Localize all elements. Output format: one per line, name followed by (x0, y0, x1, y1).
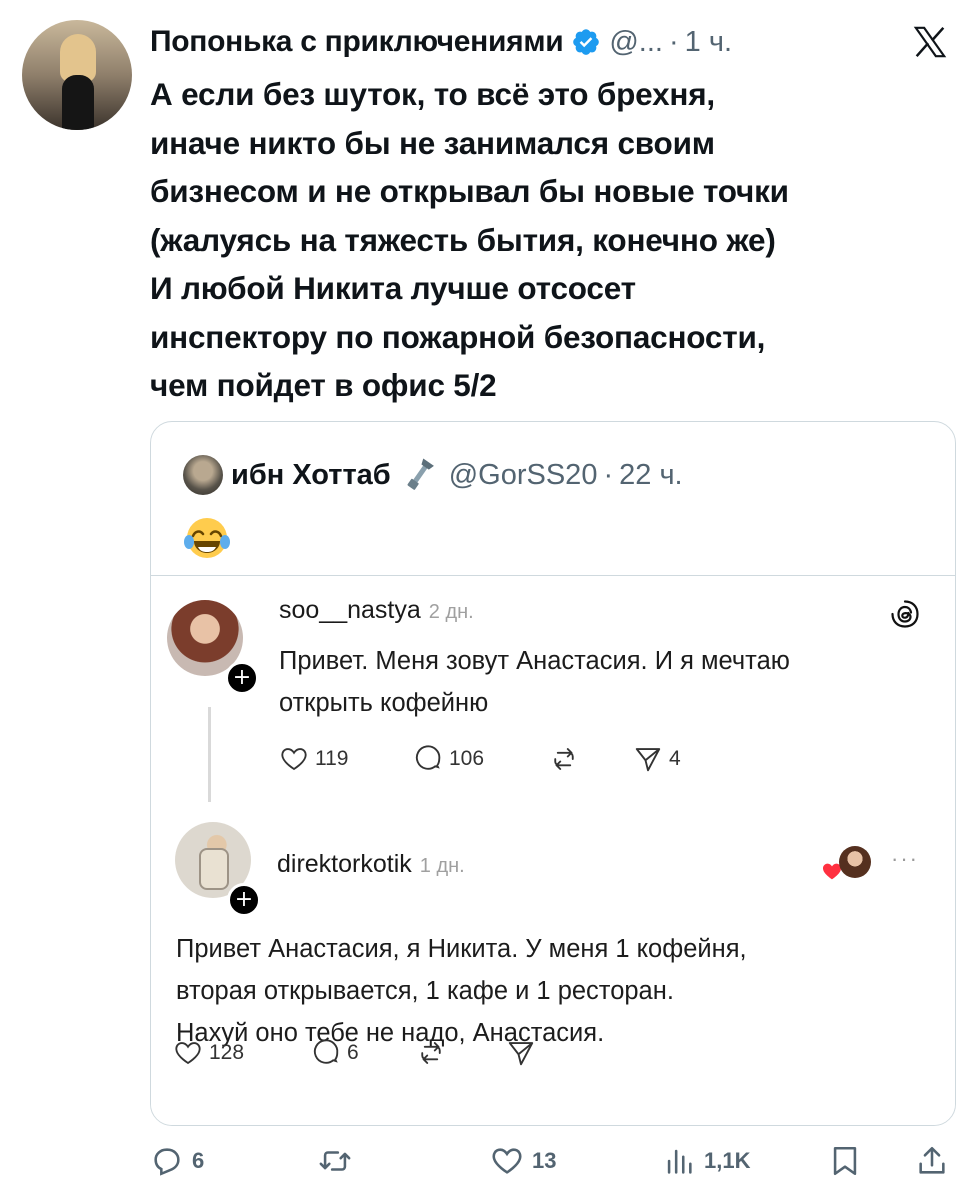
heart-icon (281, 748, 307, 771)
threads-username-2-text: direktorkotik (277, 850, 412, 878)
share-button[interactable] (915, 1144, 957, 1178)
threads-send-count-1: 4 (669, 747, 681, 770)
reply-icon (154, 1148, 180, 1176)
views-icon (667, 1149, 692, 1174)
threads-comment-1: 106 (413, 744, 484, 774)
threads-screenshot[interactable]: + soo__nastya 2 дн. Привет. Меня зовут Ан… (151, 575, 955, 1125)
threads-like-1: 119 (279, 744, 348, 774)
repost-icon (421, 1042, 441, 1064)
author-avatar[interactable] (22, 20, 132, 130)
reply-count: 6 (192, 1148, 205, 1173)
retweet-icon (319, 1151, 351, 1171)
threads-repost-2 (416, 1038, 452, 1068)
views-button[interactable]: 1,1K (662, 1144, 750, 1178)
tweet-text: А если без шуток, то всё это брехня, ина… (150, 76, 789, 403)
quoted-tweet-header: ибн Хоттаб @GorSS20 · 22 ч. (183, 455, 683, 495)
threads-comment-count-1: 106 (449, 747, 485, 770)
threads-send-2 (506, 1038, 542, 1068)
threads-like-count-2: 128 (209, 1041, 245, 1064)
send-icon (635, 748, 661, 772)
threads-username-2: direktorkotik 1 дн. (277, 850, 465, 879)
threads-like-count-1: 119 (315, 747, 349, 770)
threads-send-1: 4 (633, 744, 681, 774)
comment-icon (313, 1039, 339, 1064)
threads-comment-2: 6 (311, 1038, 359, 1068)
heart-icon (492, 1148, 522, 1174)
send-icon (508, 1042, 534, 1066)
heart-icon (175, 1042, 201, 1065)
views-count: 1,1K (704, 1148, 751, 1173)
repost-icon (554, 748, 574, 770)
wrench-icon (407, 458, 434, 490)
quoted-separator-dot: · (603, 458, 614, 491)
quoted-author-avatar (183, 455, 223, 495)
x-logo-icon (913, 26, 947, 58)
like-count: 13 (532, 1148, 557, 1173)
separator-dot: · (668, 25, 679, 58)
verified-icon (573, 29, 600, 55)
quoted-tweet[interactable]: ибн Хоттаб @GorSS20 · 22 ч. + soo__nasty… (150, 421, 956, 1126)
more-options-icon: ··· (891, 846, 919, 871)
liked-by-author-indicator (821, 846, 877, 882)
threads-like-2: 128 (173, 1038, 244, 1068)
author-name[interactable]: Попонька с приключениями (150, 25, 564, 59)
threads-ago-2: 1 дн. (419, 855, 465, 877)
bookmark-button[interactable] (828, 1144, 870, 1178)
follow-plus-icon: + (227, 883, 261, 917)
threads-repost-1 (549, 744, 585, 774)
tweet-actions: 6 13 1,1K (0, 1138, 975, 1198)
retweet-button[interactable] (318, 1144, 360, 1178)
share-icon (919, 1146, 945, 1174)
threads-username-1: soo__nastya 2 дн. (279, 596, 474, 625)
threads-ago-1: 2 дн. (428, 601, 474, 623)
quoted-time: 22 ч. (619, 458, 683, 491)
like-button[interactable]: 13 (490, 1144, 556, 1178)
threads-comment-count-2: 6 (347, 1041, 359, 1064)
threads-post-text-1: Привет. Меня зовут Анастасия. И я мечтаю… (279, 647, 790, 717)
threads-username-1-text: soo__nastya (279, 596, 421, 624)
threads-post-text-2: Привет Анастасия, я Никита. У меня 1 коф… (176, 935, 747, 1047)
bookmark-icon (833, 1146, 857, 1176)
threads-logo-icon (891, 600, 919, 628)
quoted-author-name: ибн Хоттаб (231, 458, 391, 491)
tweet-time[interactable]: 1 ч. (685, 26, 732, 59)
author-handle[interactable]: @... (609, 26, 663, 59)
thread-connector-line (208, 707, 211, 802)
tweet-header: Попонька с приключениями @... · 1 ч. (150, 20, 732, 64)
quoted-author-handle: @GorSS20 (448, 458, 598, 491)
follow-plus-icon: + (225, 661, 259, 695)
laughing-tears-emoji (184, 518, 230, 558)
reply-button[interactable]: 6 (150, 1144, 204, 1178)
comment-icon (415, 745, 441, 770)
